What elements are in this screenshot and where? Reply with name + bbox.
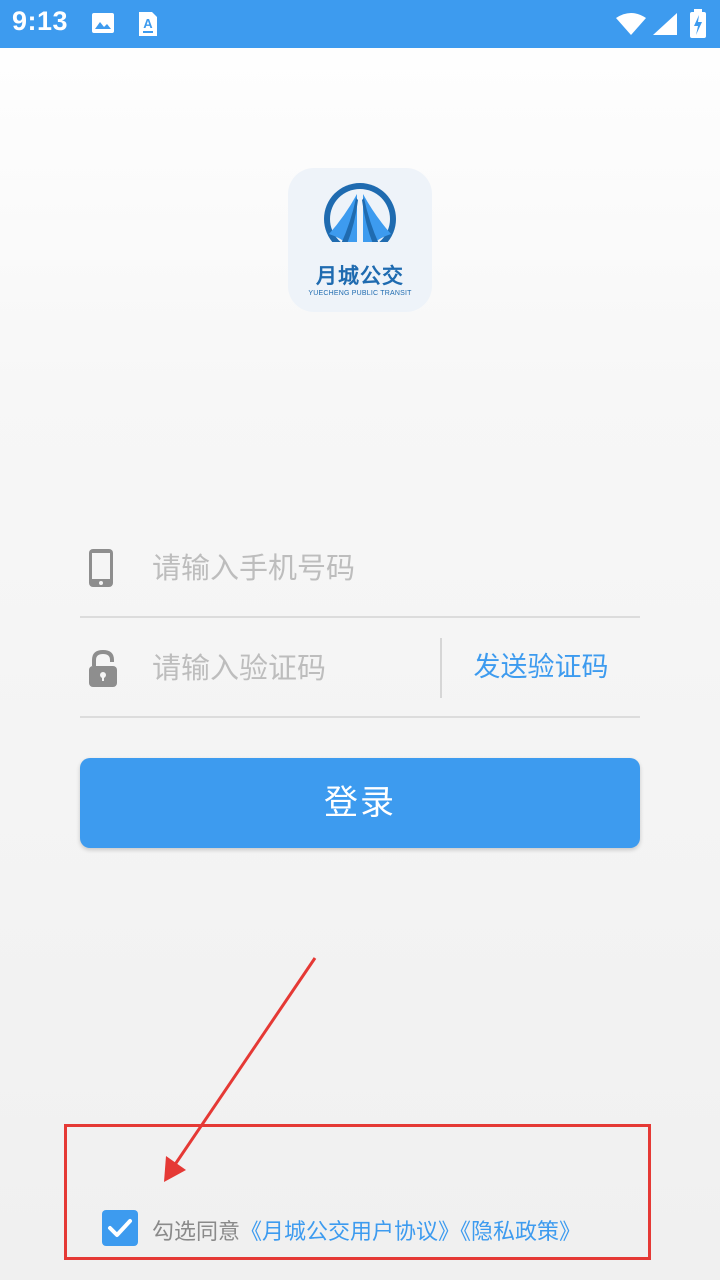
check-icon <box>108 1219 132 1237</box>
privacy-policy-link[interactable]: 《隐私政策》 <box>460 1220 581 1245</box>
agree-checkbox[interactable] <box>102 1210 138 1246</box>
annotation-arrow <box>164 957 317 1182</box>
agreement-row: 勾选同意《月城公交用户协议》《隐私政策》 <box>102 1208 662 1248</box>
agreement-text: 勾选同意《月城公交用户协议》《隐私政策》 <box>152 1214 581 1246</box>
agreement-prefix: 勾选同意 <box>152 1220 241 1245</box>
user-agreement-link[interactable]: 《月城公交用户协议》 <box>240 1220 460 1245</box>
